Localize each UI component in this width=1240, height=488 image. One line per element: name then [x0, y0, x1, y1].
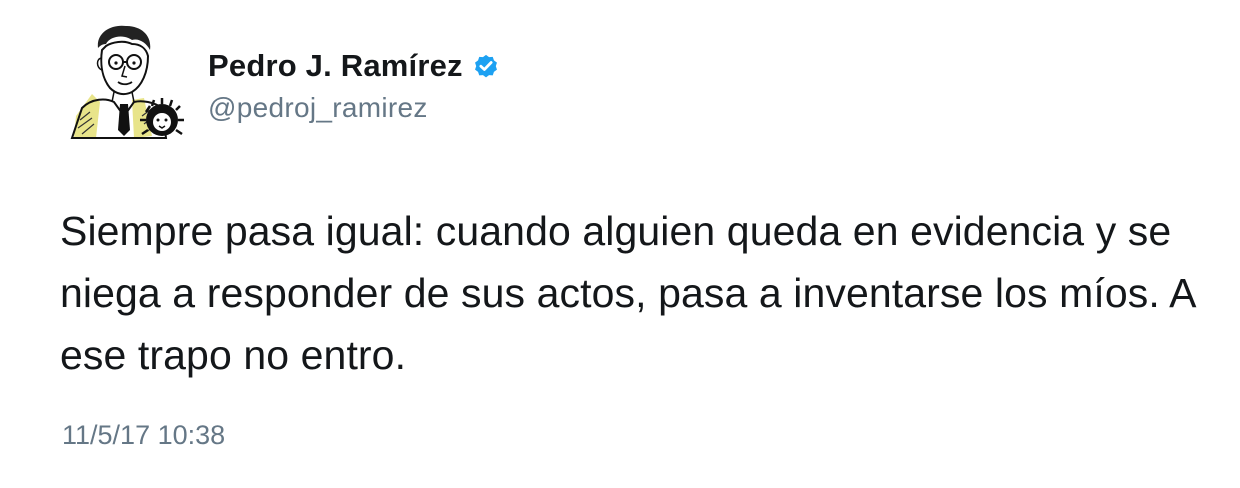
- tweet-text: Siempre pasa igual: cuando alguien queda…: [60, 208, 1195, 378]
- caricature-avatar-image: [70, 25, 184, 139]
- tweet-card: Pedro J. Ramírez @pedroj_ramirez Siempre…: [0, 0, 1240, 488]
- author-avatar[interactable]: [62, 20, 186, 144]
- author-display-name[interactable]: Pedro J. Ramírez: [208, 48, 463, 84]
- verified-badge-icon: [472, 52, 500, 80]
- author-handle[interactable]: @pedroj_ramirez: [208, 92, 500, 124]
- tweet-timestamp[interactable]: 11/5/17 10:38: [62, 420, 225, 451]
- author-name-row: Pedro J. Ramírez: [208, 46, 500, 86]
- author-info: Pedro J. Ramírez @pedroj_ramirez: [208, 46, 500, 124]
